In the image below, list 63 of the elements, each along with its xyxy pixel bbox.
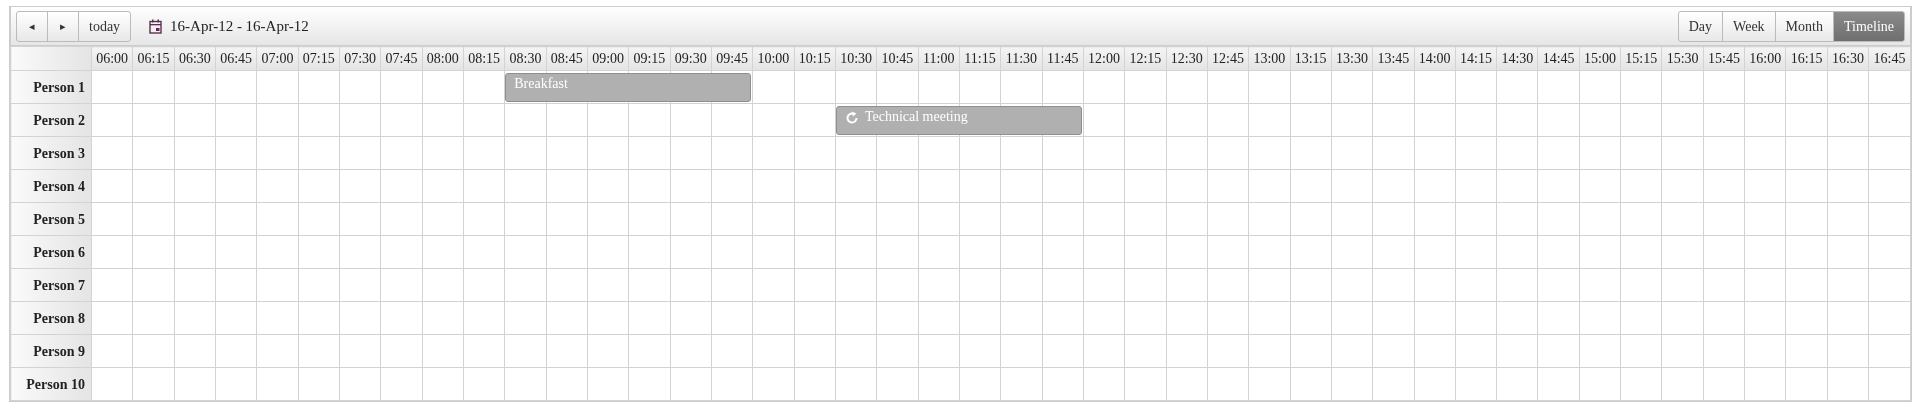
- time-header: 15:45: [1703, 46, 1745, 71]
- time-header: 13:00: [1248, 46, 1290, 71]
- view-tab[interactable]: Week: [1722, 10, 1776, 42]
- time-header: 12:00: [1083, 46, 1125, 71]
- time-header: 14:00: [1414, 46, 1456, 71]
- time-header: 15:15: [1620, 46, 1662, 71]
- resource-label: Person 1: [10, 70, 92, 104]
- time-header: 08:30: [504, 46, 547, 71]
- time-header: 14:15: [1455, 46, 1497, 71]
- time-header: 09:00: [587, 46, 629, 71]
- resource-label: Person 5: [10, 202, 92, 236]
- next-button[interactable]: ▸: [47, 10, 79, 42]
- resource-label: Person 3: [10, 136, 92, 170]
- time-header: 12:15: [1124, 46, 1167, 71]
- resource-label: Person 8: [10, 301, 92, 335]
- view-tab[interactable]: Day: [1677, 10, 1724, 42]
- time-header: 06:45: [215, 46, 257, 71]
- time-header: 09:45: [711, 46, 753, 71]
- time-header: 13:45: [1372, 46, 1414, 71]
- time-header: 10:30: [835, 46, 877, 71]
- today-button[interactable]: today: [78, 10, 132, 42]
- resource-label: Person 6: [10, 235, 92, 269]
- time-header: 08:15: [463, 46, 505, 71]
- time-header: 14:45: [1538, 46, 1580, 71]
- resource-label: Person 7: [10, 268, 92, 302]
- view-tab[interactable]: Timeline: [1832, 10, 1905, 42]
- time-header: 12:30: [1166, 46, 1208, 71]
- time-header: 13:30: [1331, 46, 1373, 71]
- time-header: 15:30: [1661, 46, 1704, 71]
- time-header: 11:00: [918, 46, 960, 71]
- time-header: 10:00: [752, 46, 795, 71]
- previous-button[interactable]: ◂: [16, 10, 48, 42]
- time-header: 10:45: [876, 46, 919, 71]
- time-header: 10:15: [794, 46, 836, 71]
- time-header: 08:45: [546, 46, 588, 71]
- time-header: 06:30: [174, 46, 216, 71]
- date-range: 16-Apr-12 - 16-Apr-12: [170, 16, 309, 36]
- time-header: 13:15: [1290, 46, 1332, 71]
- time-header: 09:30: [670, 46, 712, 71]
- time-header: 08:00: [422, 46, 464, 71]
- resource-label: Person 2: [10, 103, 92, 137]
- time-header: 11:30: [1000, 46, 1043, 71]
- time-header: 07:00: [256, 46, 299, 71]
- resource-label: Person 4: [10, 169, 92, 203]
- time-header: 12:45: [1207, 46, 1249, 71]
- time-header: 16:45: [1868, 46, 1911, 71]
- time-header: 16:00: [1744, 46, 1786, 71]
- time-header: 14:30: [1496, 46, 1538, 71]
- time-header: 06:15: [132, 46, 175, 71]
- time-header: 06:00: [91, 46, 133, 71]
- time-header: 07:30: [339, 46, 381, 71]
- view-tab[interactable]: Month: [1774, 10, 1834, 42]
- time-header: 15:00: [1579, 46, 1621, 71]
- resource-label: Person 10: [10, 367, 92, 401]
- calendar-icon: [149, 18, 163, 34]
- time-header: 09:15: [628, 46, 671, 71]
- time-header: 11:15: [959, 46, 1001, 71]
- time-header: 11:45: [1042, 46, 1084, 71]
- time-header: 07:15: [298, 46, 340, 71]
- time-header: 16:30: [1827, 46, 1869, 71]
- time-header: 07:45: [380, 46, 423, 71]
- resource-label: Person 9: [10, 334, 92, 368]
- time-header: 16:15: [1785, 46, 1828, 71]
